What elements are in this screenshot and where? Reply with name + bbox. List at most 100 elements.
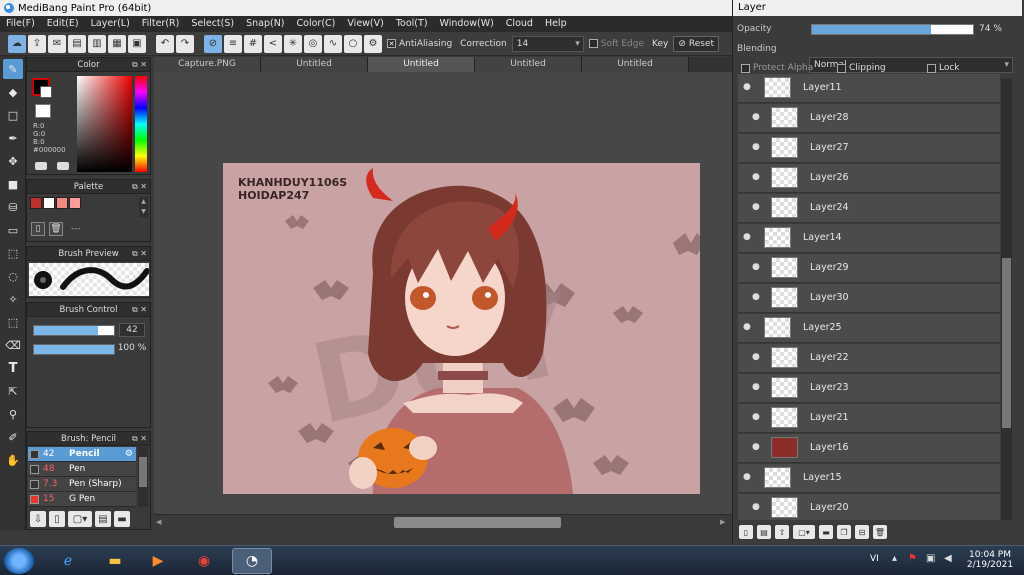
menu-item[interactable]: Layer(L): [85, 16, 136, 32]
move-tool-icon[interactable]: ✥: [3, 151, 23, 171]
radial-snap-icon[interactable]: ✳: [284, 34, 302, 53]
layer-visibility-icon[interactable]: ●: [743, 473, 752, 482]
operation-tool-icon[interactable]: ⇱: [3, 381, 23, 401]
pen-tool-icon[interactable]: ✒: [3, 128, 23, 148]
bucket-tool-icon[interactable]: ⛁: [3, 197, 23, 217]
panel-close-icon[interactable]: ⧉ ✕: [132, 432, 147, 446]
palette-swatch[interactable]: [43, 197, 55, 209]
new-brush-icon[interactable]: ▯: [49, 511, 65, 527]
flag-icon[interactable]: ⚑: [908, 553, 917, 564]
layer-visibility-icon[interactable]: ●: [752, 173, 761, 182]
correction-dropdown[interactable]: 14: [511, 35, 584, 52]
eyedropper-tool-icon[interactable]: ⚲: [3, 404, 23, 424]
document-icon[interactable]: ▤: [68, 34, 86, 53]
layer-row[interactable]: ● Layer25: [738, 314, 1000, 343]
menu-item[interactable]: Select(S): [185, 16, 240, 32]
brush-item[interactable]: 7.3 Pen (Sharp): [28, 477, 136, 492]
color-mode-button[interactable]: [35, 162, 47, 170]
artboard[interactable]: DUY KHANHDUY1106S HOIDAP247: [223, 163, 700, 494]
brush-item[interactable]: 48 Pen: [28, 462, 136, 477]
layer-visibility-icon[interactable]: ●: [743, 233, 752, 242]
brush-folder-icon[interactable]: ▬: [114, 511, 130, 527]
layer-row[interactable]: ● Layer16: [738, 434, 1000, 463]
layer-visibility-icon[interactable]: ●: [752, 353, 761, 362]
add-layer-dropdown-icon[interactable]: ▢▾: [793, 525, 815, 539]
layer-visibility-icon[interactable]: ●: [752, 113, 761, 122]
share-icon[interactable]: ⇪: [28, 34, 46, 53]
layer-visibility-icon[interactable]: ●: [752, 503, 761, 512]
scroll-thumb[interactable]: [394, 517, 561, 528]
layer-row[interactable]: ● Layer20: [738, 494, 1000, 520]
snap-settings-icon[interactable]: ⚙: [364, 34, 382, 53]
menu-item[interactable]: Cloud: [500, 16, 539, 32]
palette-swatch[interactable]: [69, 197, 81, 209]
brush-item[interactable]: 42 Pencil ⚙: [28, 447, 136, 462]
brush-size-value[interactable]: 42: [119, 323, 145, 337]
eraser-tool-icon[interactable]: ◆: [3, 82, 23, 102]
layer-folder-icon[interactable]: ▬: [819, 525, 833, 539]
document-tab[interactable]: Capture.PNG: [154, 57, 261, 72]
cross-snap-icon[interactable]: #: [244, 34, 262, 53]
brush-settings-icon[interactable]: ▤: [95, 511, 111, 527]
page-icon[interactable]: ▥: [88, 34, 106, 53]
panel-close-icon[interactable]: ⧉ ✕: [132, 180, 147, 194]
panel-close-icon[interactable]: ⧉ ✕: [132, 58, 147, 72]
new-palette-icon[interactable]: ▯: [31, 222, 45, 236]
layer-row[interactable]: ● Layer27: [738, 134, 1000, 163]
background-color-swatch[interactable]: [40, 86, 52, 98]
layer-row[interactable]: ● Layer30: [738, 284, 1000, 313]
brush-list-scrollbar[interactable]: [138, 447, 148, 507]
layer-row[interactable]: ● Layer28: [738, 104, 1000, 133]
soft-edge-checkbox[interactable]: Soft Edge: [586, 38, 647, 49]
tray-arrow-icon[interactable]: ▴: [892, 553, 897, 564]
panel-close-icon[interactable]: ⧉ ✕: [132, 247, 147, 261]
layer-visibility-icon[interactable]: ●: [752, 293, 761, 302]
document-tab[interactable]: Untitled: [368, 57, 475, 72]
menu-item[interactable]: Filter(R): [136, 16, 186, 32]
fill-rect-tool-icon[interactable]: ■: [3, 174, 23, 194]
layer-row[interactable]: ● Layer15: [738, 464, 1000, 493]
add-brush-dropdown-icon[interactable]: ▢▾: [68, 511, 92, 527]
layer-visibility-icon[interactable]: ●: [752, 413, 761, 422]
select-eraser-tool-icon[interactable]: ⌫: [3, 335, 23, 355]
dropper-tool-icon[interactable]: ✐: [3, 427, 23, 447]
protect-alpha-checkbox[interactable]: Protect Alpha: [741, 63, 813, 73]
layer-visibility-icon[interactable]: ●: [752, 443, 761, 452]
antialiasing-checkbox[interactable]: ✕ AntiAliasing: [384, 38, 455, 49]
reset-button[interactable]: ⊘ Reset: [673, 35, 720, 52]
curve-snap-icon[interactable]: ∿: [324, 34, 342, 53]
text-tool-icon[interactable]: T: [3, 358, 23, 378]
document-tab[interactable]: Untitled: [582, 57, 689, 72]
menu-item[interactable]: Edit(E): [41, 16, 85, 32]
brush-size-slider[interactable]: [33, 325, 115, 336]
layer-row[interactable]: ● Layer14: [738, 224, 1000, 253]
concentric-snap-icon[interactable]: ◎: [304, 34, 322, 53]
layer-row[interactable]: ● Layer21: [738, 404, 1000, 433]
layer-row[interactable]: ● Layer23: [738, 374, 1000, 403]
document-tab[interactable]: Untitled: [261, 57, 368, 72]
undo-icon[interactable]: ↶: [156, 34, 174, 53]
lock-checkbox[interactable]: Lock: [927, 63, 960, 73]
brush-tool-icon[interactable]: ✎: [3, 59, 23, 79]
brush-settings-icon[interactable]: ⚙: [125, 449, 133, 459]
vanishing-point-icon[interactable]: <: [264, 34, 282, 53]
cloud-icon[interactable]: ☁: [8, 34, 26, 53]
transparent-color-swatch[interactable]: [35, 104, 51, 118]
menu-item[interactable]: Window(W): [434, 16, 500, 32]
duplicate-layer-icon[interactable]: ❐: [837, 525, 851, 539]
delete-palette-icon[interactable]: 🗑: [49, 222, 63, 236]
language-indicator[interactable]: VI: [870, 554, 879, 564]
hue-slider[interactable]: [135, 76, 147, 172]
layer-row[interactable]: ● Layer26: [738, 164, 1000, 193]
color-wheel-button[interactable]: [57, 162, 69, 170]
select-pen-tool-icon[interactable]: ⬚: [3, 312, 23, 332]
menu-item[interactable]: Help: [539, 16, 573, 32]
delete-layer-icon[interactable]: 🗑: [873, 525, 887, 539]
parallel-snap-icon[interactable]: ≡: [224, 34, 242, 53]
layer-list-scrollbar[interactable]: [1001, 78, 1012, 520]
chrome-icon[interactable]: ◉: [184, 548, 224, 574]
menu-item[interactable]: View(V): [341, 16, 389, 32]
merge-layer-icon[interactable]: ⊟: [855, 525, 869, 539]
layer-visibility-icon[interactable]: ●: [752, 143, 761, 152]
menu-item[interactable]: File(F): [0, 16, 41, 32]
